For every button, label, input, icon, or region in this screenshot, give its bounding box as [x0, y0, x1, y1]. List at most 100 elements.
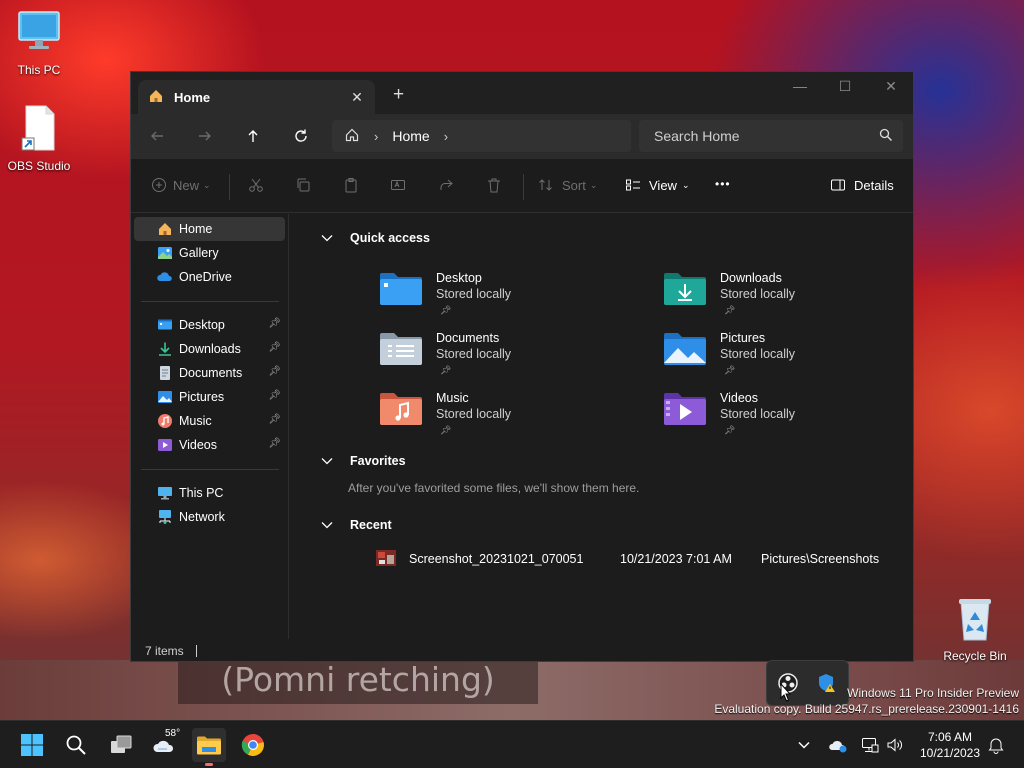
notifications-button[interactable]	[983, 729, 1009, 761]
address-bar[interactable]: › Home ›	[332, 120, 631, 152]
sidebar-item-desktop[interactable]: Desktop 📌︎	[134, 313, 285, 337]
section-quick-access[interactable]: Quick access	[320, 231, 430, 245]
music-folder-icon	[378, 389, 424, 432]
maximize-button[interactable]: ☐	[823, 78, 867, 95]
recent-file-row[interactable]: Screenshot_20231021_070051 10/21/2023 7:…	[376, 550, 896, 568]
sidebar-item-documents[interactable]: Documents 📌︎	[134, 361, 285, 385]
quick-access-item-pictures[interactable]: Pictures Stored locally 📌︎	[662, 327, 882, 383]
back-button[interactable]	[146, 125, 168, 147]
sidebar-item-this-pc[interactable]: This PC	[134, 481, 285, 505]
task-view-button[interactable]	[105, 729, 137, 761]
details-button[interactable]: Details	[830, 177, 894, 193]
security-warning-icon[interactable]	[817, 673, 837, 696]
show-hidden-icons-button[interactable]	[789, 729, 819, 761]
desktop-icon-obs-studio[interactable]: OBS Studio	[0, 104, 79, 173]
sidebar-item-pictures[interactable]: Pictures 📌︎	[134, 385, 285, 409]
new-button[interactable]: New ⌄	[151, 177, 211, 193]
sidebar-item-gallery[interactable]: Gallery	[134, 241, 285, 265]
sidebar-item-home[interactable]: Home	[134, 217, 285, 241]
onedrive-tray-icon[interactable]	[823, 729, 853, 761]
watermark-edition: Windows 11 Pro Insider Preview	[847, 686, 1019, 700]
desktop-icon-recycle-bin[interactable]: Recycle Bin	[935, 596, 1015, 663]
network-icon	[157, 509, 173, 525]
clock[interactable]: 7:06 AM 10/21/2023	[905, 729, 995, 761]
music-icon	[157, 413, 173, 429]
active-indicator	[205, 763, 213, 766]
sidebar-item-music[interactable]: Music 📌︎	[134, 409, 285, 433]
file-shortcut-icon	[0, 104, 79, 155]
up-button[interactable]	[242, 125, 264, 147]
forward-button[interactable]	[194, 125, 216, 147]
gallery-icon	[157, 245, 173, 261]
start-button[interactable]	[16, 729, 48, 761]
toolbar-divider	[229, 174, 230, 200]
desktop-icon-label: This PC	[17, 63, 61, 77]
videos-folder-icon	[662, 389, 708, 432]
search-box[interactable]: Search Home	[639, 120, 903, 152]
sidebar-divider	[141, 469, 279, 470]
downloads-folder-icon	[662, 269, 708, 312]
desktop-icon-this-pc[interactable]: This PC	[0, 10, 79, 77]
pin-icon[interactable]: 📌︎	[268, 366, 281, 377]
address-location[interactable]: Home	[392, 128, 429, 144]
file-explorer-taskbar-button[interactable]	[192, 728, 226, 766]
paste-button[interactable]	[343, 177, 359, 193]
chevron-down-icon: ⌄	[203, 179, 211, 190]
quick-access-item-music[interactable]: Music Stored locally 📌︎	[378, 387, 598, 443]
pin-icon[interactable]: 📌︎	[268, 438, 281, 449]
search-icon	[879, 128, 893, 145]
view-button[interactable]: View ⌄	[625, 177, 690, 193]
share-icon	[440, 179, 453, 190]
pin-icon[interactable]: 📌︎	[268, 390, 281, 401]
status-divider	[195, 645, 197, 657]
refresh-icon	[295, 129, 307, 142]
search-button[interactable]	[60, 729, 92, 761]
quick-access-item-downloads[interactable]: Downloads Stored locally 📌︎	[662, 267, 882, 323]
monitor-icon	[0, 10, 79, 59]
delete-button[interactable]	[486, 177, 502, 193]
minimize-button[interactable]: —	[778, 78, 822, 94]
download-icon	[157, 341, 173, 357]
cut-button[interactable]	[248, 177, 264, 193]
quick-access-item-videos[interactable]: Videos Stored locally 📌︎	[662, 387, 882, 443]
pin-icon[interactable]: 📌︎	[268, 342, 281, 353]
recycle-bin-icon	[935, 596, 1015, 645]
tab-title: Home	[174, 89, 211, 105]
new-tab-button[interactable]: +	[393, 84, 404, 106]
bell-icon	[988, 738, 1004, 754]
arrow-right-icon	[199, 131, 211, 141]
sidebar-divider	[141, 301, 279, 302]
share-button[interactable]	[438, 177, 454, 193]
favorites-empty-message: After you've favorited some files, we'll…	[348, 481, 640, 495]
close-window-button[interactable]: ✕	[869, 78, 913, 95]
close-tab-icon[interactable]: ✕	[349, 89, 365, 106]
chevron-right-icon[interactable]: ›	[444, 129, 448, 144]
ethernet-icon	[862, 738, 879, 753]
image-file-icon	[376, 550, 396, 569]
refresh-button[interactable]	[290, 125, 312, 147]
widgets-button[interactable]: 58°	[149, 728, 181, 761]
sidebar-item-network[interactable]: Network	[134, 505, 285, 529]
search-input[interactable]: Search Home	[654, 128, 879, 144]
task-view-icon	[111, 735, 132, 753]
windows-logo-icon	[21, 734, 43, 756]
pin-icon: 📌︎	[440, 305, 452, 315]
chrome-taskbar-button[interactable]	[237, 729, 269, 761]
quick-access-item-desktop[interactable]: Desktop Stored locally 📌︎	[378, 267, 598, 323]
copy-button[interactable]	[295, 177, 311, 193]
sidebar-item-downloads[interactable]: Downloads 📌︎	[134, 337, 285, 361]
tray-overflow-popup	[766, 660, 849, 706]
pin-icon: 📌︎	[440, 425, 452, 435]
pin-icon[interactable]: 📌︎	[268, 414, 281, 425]
quick-access-item-documents[interactable]: Documents Stored locally 📌︎	[378, 327, 598, 383]
more-options-button[interactable]: •••	[715, 177, 731, 191]
section-favorites[interactable]: Favorites	[320, 454, 406, 468]
sort-button[interactable]: Sort ⌄	[538, 177, 597, 193]
section-recent[interactable]: Recent	[320, 518, 392, 532]
navigation-pane: Home Gallery OneDrive Desktop 📌︎ Downloa…	[131, 214, 289, 639]
sidebar-item-onedrive[interactable]: OneDrive	[134, 265, 285, 289]
tab-home[interactable]: Home ✕	[138, 80, 375, 114]
rename-button[interactable]	[390, 177, 406, 193]
sidebar-item-videos[interactable]: Videos 📌︎	[134, 433, 285, 457]
pin-icon[interactable]: 📌︎	[268, 318, 281, 329]
